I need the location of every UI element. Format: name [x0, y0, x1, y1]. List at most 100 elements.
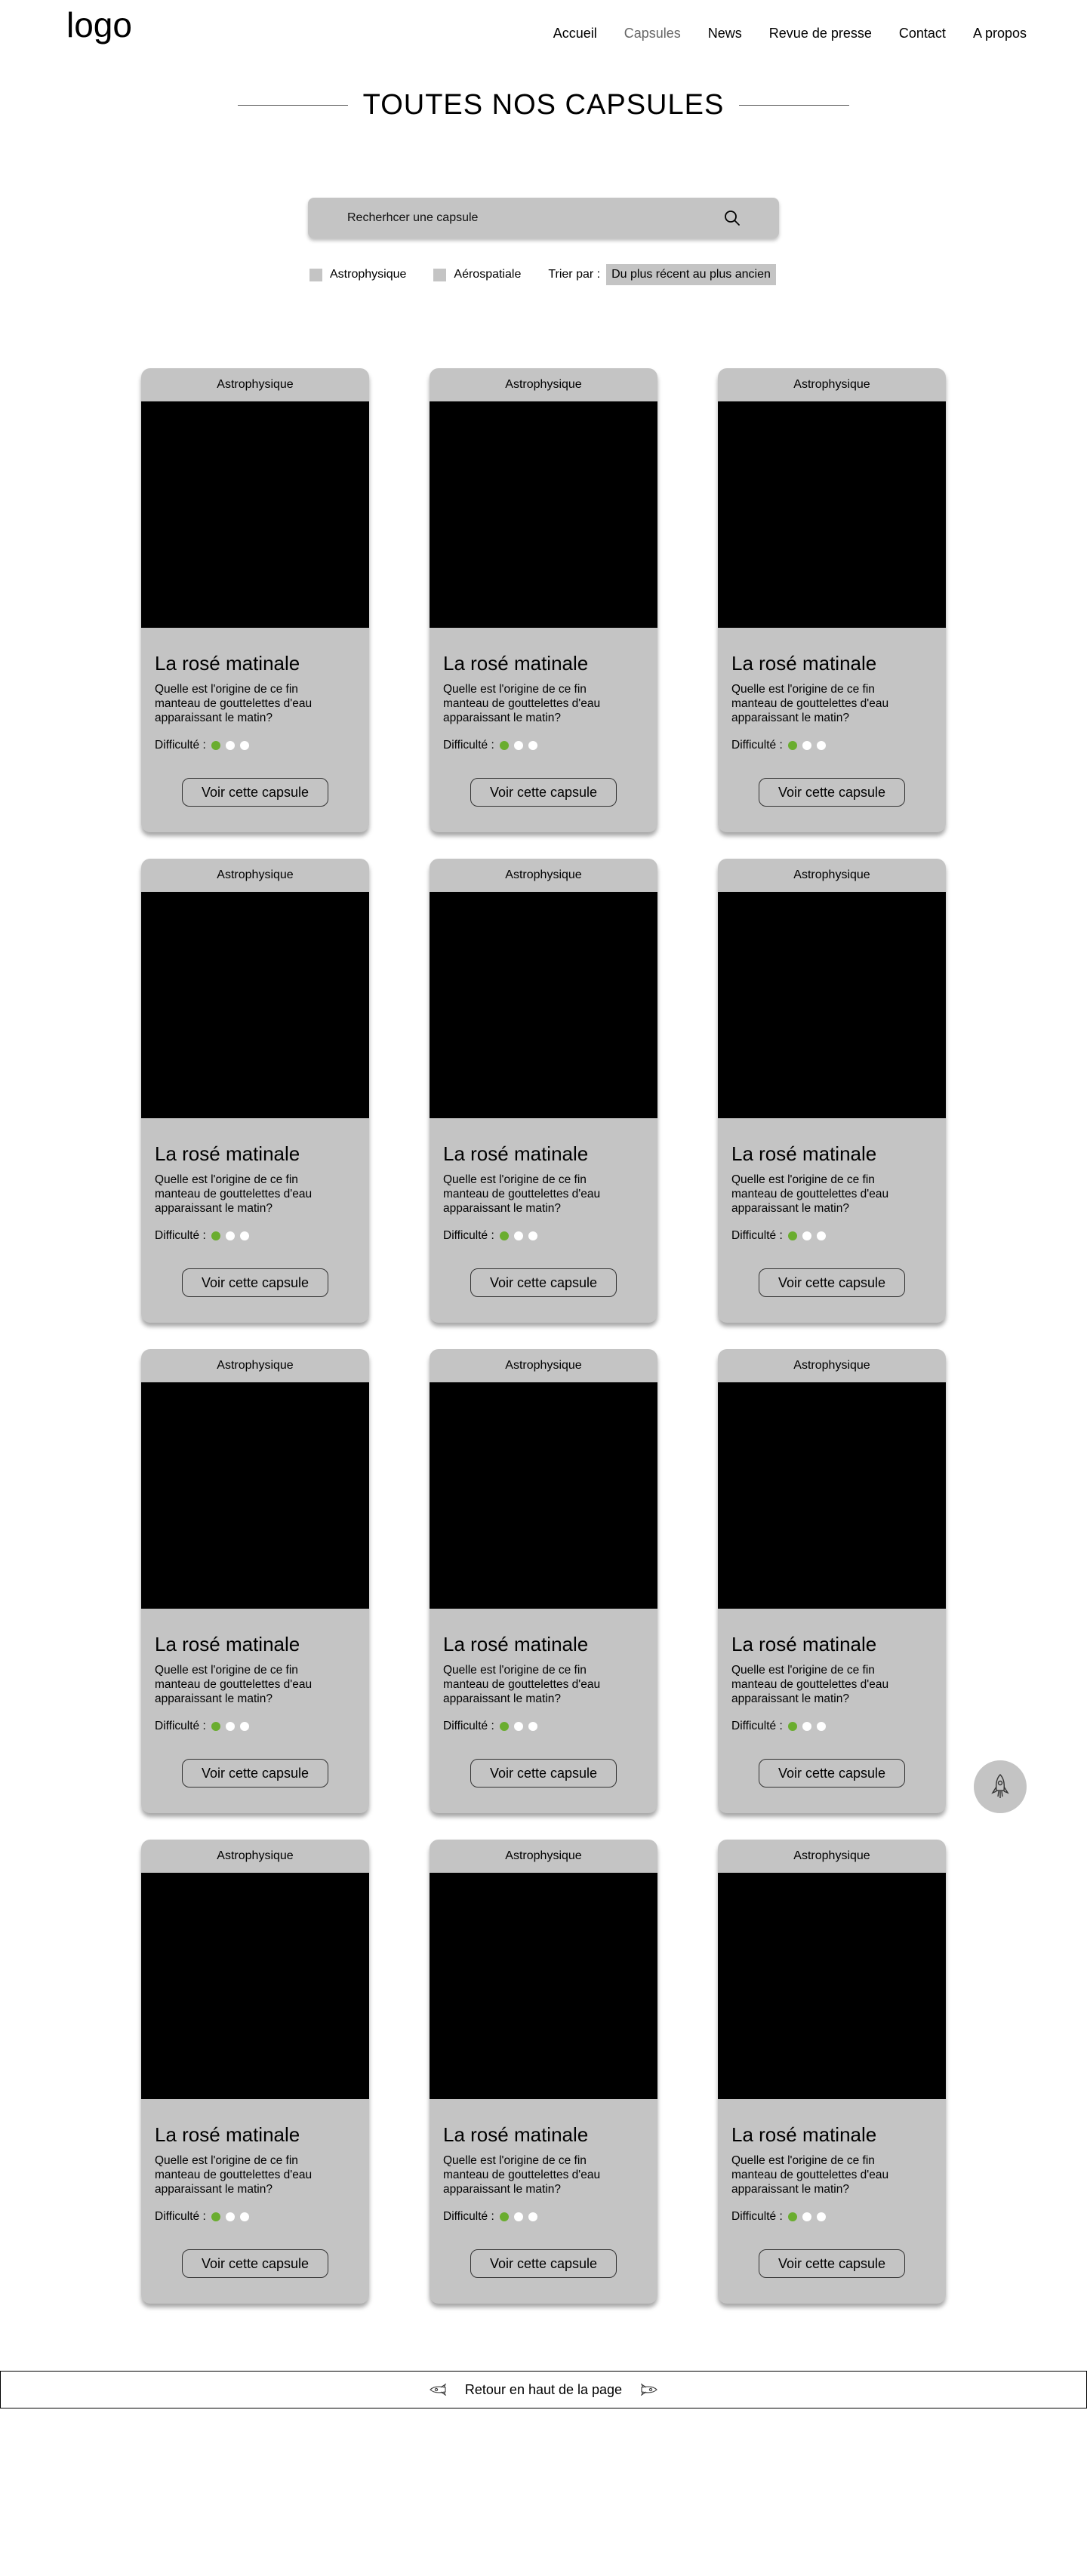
difficulty-rating: Difficulté : [443, 1720, 537, 1733]
sort-label: Trier par : [548, 268, 601, 281]
difficulty-label: Difficulté : [155, 1229, 206, 1242]
logo[interactable]: logo [66, 8, 132, 42]
card-image [430, 1382, 657, 1609]
view-capsule-button[interactable]: Voir cette capsule [182, 2249, 328, 2278]
difficulty-rating: Difficulté : [731, 1229, 826, 1243]
difficulty-dot [528, 741, 537, 750]
difficulty-rating: Difficulté : [155, 2210, 249, 2224]
sort-select[interactable]: Du plus récent au plus ancien [606, 264, 776, 285]
capsule-card: Astrophysique La rosé matinale Quelle es… [430, 859, 657, 1323]
difficulty-label: Difficulté : [731, 1720, 783, 1732]
difficulty-dot [802, 2212, 811, 2221]
difficulty-rating: Difficulté : [443, 739, 537, 752]
nav-accueil[interactable]: Accueil [553, 26, 597, 41]
difficulty-dot [239, 1722, 249, 1731]
difficulty-dot [513, 1231, 523, 1240]
card-category: Astrophysique [793, 378, 870, 391]
card-description: Quelle est l'origine de ce fin manteau d… [155, 1664, 313, 1705]
view-capsule-button[interactable]: Voir cette capsule [759, 2249, 905, 2278]
capsule-card: Astrophysique La rosé matinale Quelle es… [141, 1349, 369, 1813]
capsule-card: Astrophysique La rosé matinale Quelle es… [141, 859, 369, 1323]
capsule-card: Astrophysique La rosé matinale Quelle es… [718, 368, 946, 832]
difficulty-label: Difficulté : [443, 2210, 494, 2223]
filter-label: Astrophysique [330, 268, 407, 281]
difficulty-label: Difficulté : [443, 739, 494, 752]
difficulty-label: Difficulté : [443, 1720, 494, 1732]
difficulty-dot [816, 741, 826, 750]
back-to-top-bar[interactable]: Retour en haut de la page [0, 2371, 1087, 2408]
difficulty-dot [211, 2212, 220, 2221]
difficulty-rating: Difficulté : [731, 2210, 826, 2224]
difficulty-rating: Difficulté : [731, 739, 826, 752]
back-to-top-label: Retour en haut de la page [464, 2381, 623, 2397]
difficulty-dot [513, 741, 523, 750]
nav-news[interactable]: News [708, 26, 742, 41]
card-category: Astrophysique [217, 868, 294, 881]
difficulty-dot [513, 1722, 523, 1731]
view-capsule-button[interactable]: Voir cette capsule [759, 1268, 905, 1297]
capsule-card: Astrophysique La rosé matinale Quelle es… [141, 368, 369, 832]
difficulty-dot [499, 1231, 509, 1240]
checkbox-astrophysique[interactable] [309, 268, 322, 281]
view-capsule-button[interactable]: Voir cette capsule [759, 778, 905, 807]
difficulty-dot [528, 1722, 537, 1731]
card-title: La rosé matinale [443, 2123, 589, 2146]
capsule-grid: Astrophysique La rosé matinale Quelle es… [141, 368, 946, 2304]
card-category: Astrophysique [505, 868, 582, 881]
search-bar [308, 198, 779, 238]
search-input[interactable] [347, 211, 723, 225]
checkbox-aerospatiale[interactable] [433, 268, 447, 281]
difficulty-dot [239, 2212, 249, 2221]
card-description: Quelle est l'origine de ce fin manteau d… [443, 2154, 601, 2196]
filter-astrophysique[interactable]: Astrophysique [309, 268, 406, 281]
view-capsule-button[interactable]: Voir cette capsule [182, 1759, 328, 1788]
card-description: Quelle est l'origine de ce fin manteau d… [155, 683, 313, 724]
card-description: Quelle est l'origine de ce fin manteau d… [443, 1173, 601, 1215]
card-image [141, 1873, 369, 2099]
difficulty-label: Difficulté : [731, 2210, 783, 2223]
search-icon[interactable] [723, 209, 741, 227]
view-capsule-button[interactable]: Voir cette capsule [470, 778, 617, 807]
capsule-card: Astrophysique La rosé matinale Quelle es… [718, 859, 946, 1323]
page-title: TOUTES NOS CAPSULES [362, 89, 725, 121]
capsule-card: Astrophysique La rosé matinale Quelle es… [430, 1840, 657, 2304]
difficulty-dot [528, 1231, 537, 1240]
nav-a-propos[interactable]: A propos [973, 26, 1027, 41]
site-header: logo Accueil Capsules News Revue de pres… [0, 0, 1087, 68]
nav-contact[interactable]: Contact [899, 26, 946, 41]
view-capsule-button[interactable]: Voir cette capsule [182, 778, 328, 807]
difficulty-rating: Difficulté : [731, 1720, 826, 1733]
difficulty-dot [239, 1231, 249, 1240]
scroll-top-button[interactable] [974, 1760, 1027, 1813]
card-category: Astrophysique [505, 1359, 582, 1372]
view-capsule-button[interactable]: Voir cette capsule [182, 1268, 328, 1297]
nav-revue-de-presse[interactable]: Revue de presse [769, 26, 872, 41]
difficulty-dot [802, 1231, 811, 1240]
capsule-card: Astrophysique La rosé matinale Quelle es… [430, 1349, 657, 1813]
card-description: Quelle est l'origine de ce fin manteau d… [155, 2154, 313, 2196]
view-capsule-button[interactable]: Voir cette capsule [470, 1759, 617, 1788]
difficulty-dot [211, 741, 220, 750]
view-capsule-button[interactable]: Voir cette capsule [759, 1759, 905, 1788]
view-capsule-button[interactable]: Voir cette capsule [470, 1268, 617, 1297]
card-image [718, 401, 946, 628]
card-image [141, 1382, 369, 1609]
rocket-icon [640, 2384, 657, 2396]
capsule-card: Astrophysique La rosé matinale Quelle es… [430, 368, 657, 832]
card-title: La rosé matinale [731, 2123, 877, 2146]
difficulty-label: Difficulté : [731, 739, 783, 752]
card-category: Astrophysique [217, 1849, 294, 1862]
filter-aerospatiale[interactable]: Aérospatiale [433, 268, 521, 281]
capsule-card: Astrophysique La rosé matinale Quelle es… [718, 1840, 946, 2304]
title-divider-left [237, 105, 348, 106]
nav-capsules[interactable]: Capsules [624, 26, 681, 41]
card-image [718, 1873, 946, 2099]
difficulty-dot [225, 1231, 235, 1240]
card-title: La rosé matinale [155, 1633, 300, 1655]
difficulty-label: Difficulté : [731, 1229, 783, 1242]
card-category: Astrophysique [217, 378, 294, 391]
page-title-section: TOUTES NOS CAPSULES [0, 89, 1087, 121]
difficulty-dot [225, 2212, 235, 2221]
view-capsule-button[interactable]: Voir cette capsule [470, 2249, 617, 2278]
difficulty-label: Difficulté : [155, 1720, 206, 1732]
